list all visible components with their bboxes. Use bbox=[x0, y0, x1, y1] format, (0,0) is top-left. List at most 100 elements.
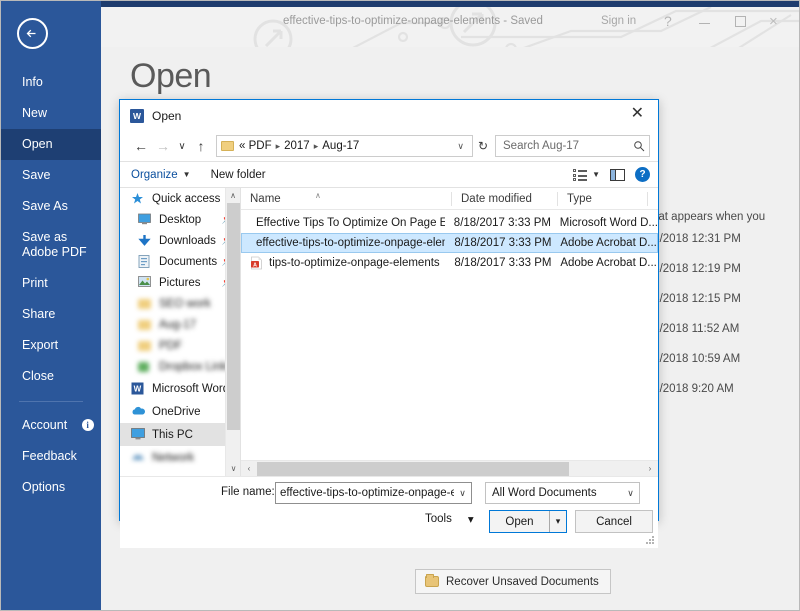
backstage-nav-strip: Info New Open Save Save As Save as Adobe… bbox=[1, 1, 101, 610]
file-type-filter-select[interactable]: All Word Documents ∨ bbox=[485, 482, 640, 504]
scroll-right-icon[interactable]: › bbox=[642, 464, 658, 473]
breadcrumb-item-2017[interactable]: 2017 bbox=[284, 140, 310, 152]
tree-item-quick-access[interactable]: Quick access bbox=[120, 188, 240, 209]
tree-item-folder-2[interactable]: Aug-17 bbox=[120, 314, 240, 335]
sidebar-item-label: Close bbox=[22, 369, 54, 383]
chevron-down-icon[interactable]: ∨ bbox=[454, 483, 471, 503]
sidebar-item-print[interactable]: Print bbox=[1, 268, 101, 299]
word-backstage-open-screen: Info New Open Save Save As Save as Adobe… bbox=[0, 0, 800, 611]
tree-item-pictures[interactable]: Pictures 📌 bbox=[120, 272, 240, 293]
chevron-down-icon: ▼ bbox=[182, 170, 191, 179]
sidebar-item-export[interactable]: Export bbox=[1, 330, 101, 361]
tree-item-microsoft-word[interactable]: W Microsoft Word bbox=[120, 377, 240, 400]
sidebar-item-save[interactable]: Save bbox=[1, 160, 101, 191]
scroll-down-icon[interactable]: ∨ bbox=[226, 461, 240, 476]
sidebar-item-save-as[interactable]: Save As bbox=[1, 191, 101, 222]
table-row[interactable]: A effective-tips-to-optimize-onpage-elem… bbox=[241, 233, 658, 253]
dialog-title: Open bbox=[152, 108, 182, 123]
tree-item-desktop[interactable]: Desktop 📌 bbox=[120, 209, 240, 230]
column-header-label: Date modified bbox=[461, 192, 532, 205]
forward-icon[interactable]: → bbox=[152, 135, 174, 157]
breadcrumb-item-pdf[interactable]: « PDF bbox=[239, 140, 272, 152]
pdf-file-icon: A bbox=[251, 256, 262, 270]
backstage-menu: Info New Open Save Save As Save as Adobe… bbox=[1, 67, 101, 503]
help-icon[interactable]: ? bbox=[664, 13, 672, 29]
sidebar-item-open[interactable]: Open bbox=[1, 129, 101, 160]
help-icon[interactable]: ? bbox=[635, 167, 650, 182]
window-title-bar: effective-tips-to-optimize-onpage-elemen… bbox=[101, 7, 799, 47]
breadcrumb-item-aug-17[interactable]: Aug-17 bbox=[322, 140, 359, 152]
file-name-input[interactable]: effective-tips-to-optimize-onpage-elemen… bbox=[275, 482, 472, 504]
scrollbar-thumb[interactable] bbox=[257, 461, 569, 476]
close-icon[interactable]: ✕ bbox=[627, 104, 648, 124]
dialog-title-bar[interactable]: W Open ✕ bbox=[120, 100, 658, 131]
new-folder-button[interactable]: New folder bbox=[211, 169, 266, 181]
scrollbar-track[interactable] bbox=[257, 461, 642, 477]
tree-item-documents[interactable]: Documents 📌 bbox=[120, 251, 240, 272]
scroll-left-icon[interactable]: ‹ bbox=[241, 464, 257, 473]
close-icon[interactable]: × bbox=[769, 13, 778, 30]
tools-label: Tools bbox=[425, 513, 452, 525]
refresh-icon[interactable]: ↻ bbox=[473, 139, 493, 153]
thispc-icon bbox=[131, 427, 146, 442]
maximize-icon[interactable] bbox=[735, 16, 746, 27]
view-list-icon bbox=[573, 168, 588, 181]
tree-item-dropbox[interactable]: Dropbox Links bbox=[120, 356, 240, 377]
organize-button[interactable]: Organize ▼ bbox=[131, 169, 191, 181]
tree-item-label: Aug-17 bbox=[159, 318, 197, 331]
sidebar-item-label: Account bbox=[22, 418, 68, 432]
open-split-chevron-down-icon[interactable]: ▾ bbox=[549, 511, 566, 532]
address-bar[interactable]: « PDF ▸ 2017 ▸ Aug-17 ∨ bbox=[216, 135, 473, 157]
recent-locations-chevron-down-icon[interactable]: ∨ bbox=[174, 135, 190, 157]
sidebar-item-save-as-adobe-pdf[interactable]: Save as Adobe PDF bbox=[1, 222, 101, 268]
sidebar-item-account[interactable]: Account i bbox=[1, 410, 101, 441]
tree-item-folder-1[interactable]: SEO work bbox=[120, 293, 240, 314]
backstage-hint-text: hat appears when you bbox=[652, 211, 766, 223]
back-arrow-icon[interactable] bbox=[17, 18, 48, 49]
chevron-down-icon[interactable]: ∨ bbox=[622, 483, 639, 503]
chevron-down-icon[interactable]: ∨ bbox=[452, 141, 469, 152]
scrollbar-thumb[interactable] bbox=[227, 203, 240, 430]
navigation-pane-scrollbar[interactable]: ∧ ∨ bbox=[225, 188, 240, 476]
tree-item-this-pc[interactable]: This PC bbox=[120, 423, 240, 446]
recover-unsaved-documents-button[interactable]: Recover Unsaved Documents bbox=[415, 569, 611, 594]
up-one-level-icon[interactable]: ↑ bbox=[190, 135, 212, 157]
dropbox-icon bbox=[138, 360, 153, 374]
tools-button[interactable]: Tools ▾ bbox=[425, 512, 474, 526]
open-button[interactable]: Open ▾ bbox=[489, 510, 567, 533]
dialog-body: Quick access Desktop 📌 Downloads 📌 bbox=[120, 188, 658, 476]
tree-item-downloads[interactable]: Downloads 📌 bbox=[120, 230, 240, 251]
desktop-icon bbox=[138, 213, 153, 227]
sidebar-item-share[interactable]: Share bbox=[1, 299, 101, 330]
back-icon[interactable]: ← bbox=[130, 135, 152, 157]
table-row[interactable]: A tips-to-optimize-onpage-elements 8/18/… bbox=[241, 253, 658, 273]
sidebar-item-close[interactable]: Close bbox=[1, 361, 101, 392]
file-list-horizontal-scrollbar[interactable]: ‹ › bbox=[241, 460, 658, 476]
column-header-name[interactable]: ∧ Name bbox=[241, 188, 452, 210]
column-header-label: Type bbox=[567, 192, 592, 205]
sidebar-item-info[interactable]: Info bbox=[1, 67, 101, 98]
network-icon bbox=[131, 451, 146, 465]
cancel-button[interactable]: Cancel bbox=[575, 510, 653, 533]
organize-label: Organize bbox=[131, 168, 178, 181]
tree-item-folder-3[interactable]: PDF bbox=[120, 335, 240, 356]
folder-icon bbox=[138, 339, 153, 353]
scroll-up-icon[interactable]: ∧ bbox=[226, 188, 240, 203]
sign-in-button[interactable]: Sign in bbox=[601, 15, 636, 27]
minimize-icon[interactable] bbox=[699, 23, 710, 24]
sidebar-item-feedback[interactable]: Feedback bbox=[1, 441, 101, 472]
search-input[interactable]: Search Aug-17 bbox=[495, 135, 650, 157]
resize-grip[interactable] bbox=[646, 536, 655, 545]
table-row[interactable]: W Effective Tips To Optimize On Page Ele… bbox=[241, 213, 658, 233]
preview-pane-icon[interactable] bbox=[610, 168, 625, 181]
column-header-date-modified[interactable]: Date modified bbox=[452, 188, 558, 210]
breadcrumb-separator-icon: ▸ bbox=[313, 140, 319, 151]
tree-item-network[interactable]: Network bbox=[120, 446, 240, 469]
column-header-type[interactable]: Type bbox=[558, 188, 648, 210]
sidebar-item-options[interactable]: Options bbox=[1, 472, 101, 503]
change-view-button[interactable]: ▼ bbox=[573, 168, 600, 181]
search-placeholder: Search Aug-17 bbox=[503, 140, 580, 152]
sidebar-item-new[interactable]: New bbox=[1, 98, 101, 129]
tree-item-onedrive[interactable]: OneDrive bbox=[120, 400, 240, 423]
recent-timestamp: /3/2018 12:19 PM bbox=[650, 263, 741, 275]
